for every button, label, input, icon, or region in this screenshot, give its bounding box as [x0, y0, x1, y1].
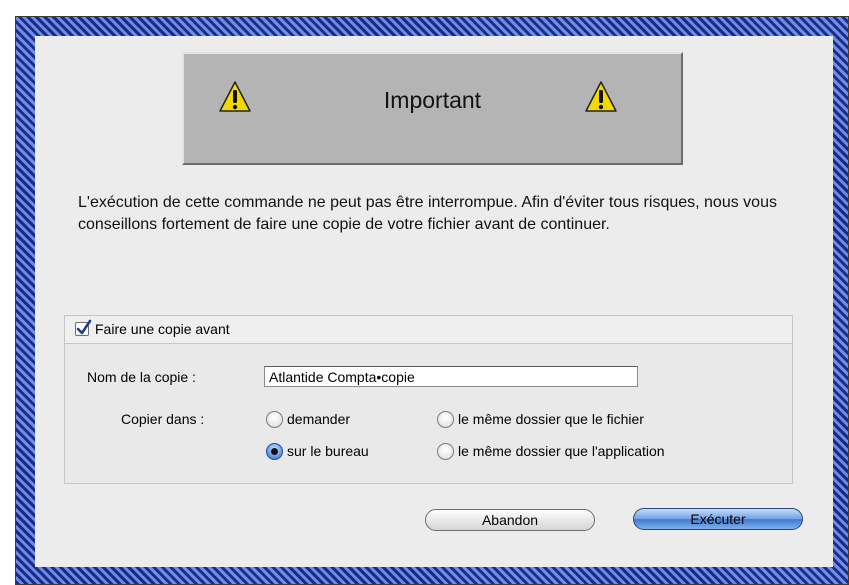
radio-button-selected[interactable] [266, 443, 283, 460]
cancel-button[interactable]: Abandon [425, 509, 595, 531]
radio-label: le même dossier que le fichier [458, 411, 644, 427]
checkmark-icon [76, 319, 92, 335]
warning-message: L'exécution de cette commande ne peut pa… [78, 194, 777, 233]
make-copy-checkbox[interactable] [75, 319, 92, 336]
copy-dest-label: Copier dans : [121, 411, 205, 427]
copy-options-group: Faire une copie avant Nom de la copie : … [64, 315, 793, 484]
warning-icon [585, 81, 617, 112]
dialog: Important L'exécution de cette commande … [35, 36, 833, 567]
copy-name-label: Nom de la copie : [87, 369, 196, 385]
radio-button[interactable] [437, 443, 454, 460]
radio-label: sur le bureau [287, 443, 369, 459]
radio-label: le même dossier que l'application [458, 443, 665, 459]
radio-button[interactable] [266, 411, 283, 428]
radio-button[interactable] [437, 411, 454, 428]
execute-button[interactable]: Exécuter [633, 508, 803, 530]
make-copy-label[interactable]: Faire une copie avant [95, 321, 230, 337]
radio-label: demander [287, 411, 351, 427]
copy-option-header: Faire une copie avant [65, 316, 792, 344]
important-banner: Important [182, 52, 683, 165]
copy-name-input[interactable] [264, 366, 638, 387]
